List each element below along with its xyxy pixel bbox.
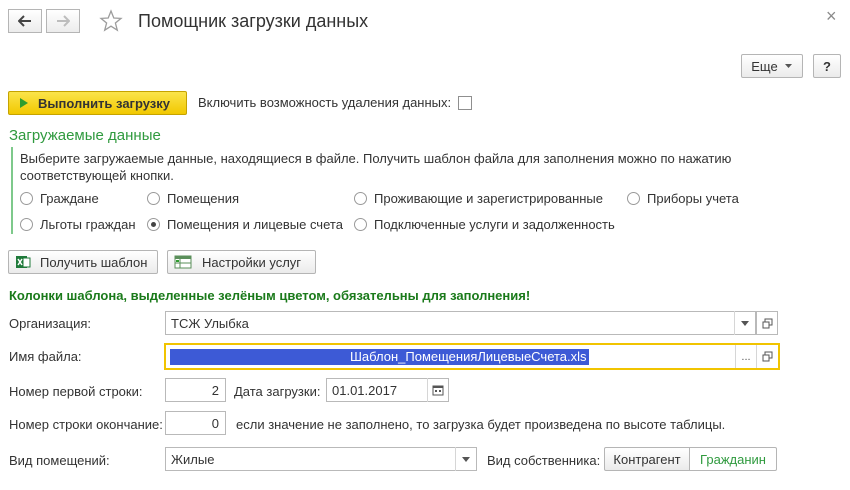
radio-premises[interactable]: Помещения — [147, 190, 239, 206]
end-row-value: 0 — [211, 415, 219, 431]
radio-circle — [354, 191, 367, 205]
excel-icon — [16, 256, 31, 268]
organization-open-button[interactable] — [756, 311, 778, 335]
premises-type-label: Вид помещений: — [9, 453, 110, 468]
section-divider — [11, 147, 13, 234]
calendar-button[interactable] — [427, 378, 448, 402]
run-load-label: Выполнить загрузку — [38, 95, 170, 111]
forward-arrow-icon — [57, 15, 70, 27]
first-row-input[interactable]: 2 — [165, 378, 226, 402]
first-row-value: 2 — [211, 382, 219, 398]
get-template-button[interactable]: Получить шаблон — [8, 250, 158, 274]
calendar-icon — [432, 385, 444, 396]
forward-button[interactable] — [46, 9, 80, 33]
star-icon — [99, 9, 123, 32]
radio-benefits[interactable]: Льготы граждан — [20, 216, 136, 232]
filename-browse-button[interactable]: ... — [735, 345, 756, 368]
owner-option-label: Контрагент — [613, 451, 681, 467]
delete-option-label: Включить возможность удаления данных: — [198, 95, 452, 110]
favorite-button[interactable] — [98, 8, 124, 34]
radio-meters[interactable]: Приборы учета — [627, 190, 739, 206]
radio-residents[interactable]: Проживающие и зарегистрированные — [354, 190, 603, 206]
open-window-icon — [762, 351, 773, 362]
premises-type-value: Жилые — [171, 451, 215, 467]
section-title: Загружаемые данные — [9, 127, 161, 144]
organization-dropdown[interactable] — [734, 311, 755, 335]
close-icon[interactable]: × — [826, 6, 837, 27]
owner-option-citizen[interactable]: Гражданин — [689, 447, 777, 471]
first-row-label: Номер первой строки: — [9, 384, 143, 399]
radio-label: Проживающие и зарегистрированные — [374, 190, 604, 206]
get-template-label: Получить шаблон — [40, 254, 148, 270]
service-settings-button[interactable]: Настройки услуг — [167, 250, 316, 274]
open-window-icon — [762, 318, 772, 328]
filename-field[interactable]: Шаблон_ПомещенияЛицевыеСчета.xls — [164, 343, 780, 370]
section-description: Выберите загружаемые данные, находящиеся… — [20, 151, 732, 183]
owner-option-counterparty[interactable]: Контрагент — [604, 447, 690, 471]
back-arrow-icon — [18, 15, 31, 27]
more-button[interactable]: Еще — [741, 54, 803, 78]
radio-citizens[interactable]: Граждане — [20, 190, 99, 206]
owner-option-label: Гражданин — [700, 451, 766, 467]
radio-circle — [20, 217, 33, 231]
radio-circle — [354, 217, 367, 231]
radio-label: Льготы граждан — [40, 216, 136, 232]
radio-circle — [20, 191, 33, 205]
filename-path-selection — [170, 348, 350, 365]
dropdown-arrow-icon — [784, 64, 792, 68]
radio-label: Помещения — [167, 190, 240, 206]
settings-table-icon — [174, 255, 192, 269]
delete-option-checkbox[interactable] — [458, 96, 472, 110]
load-date-label: Дата загрузки: — [234, 384, 321, 399]
radio-circle — [627, 191, 640, 205]
organization-label: Организация: — [9, 316, 92, 331]
play-icon — [20, 98, 28, 108]
radio-circle-selected — [147, 217, 160, 231]
radio-label: Граждане — [40, 190, 99, 206]
required-columns-note: Колонки шаблона, выделенные зелёным цвет… — [9, 288, 531, 303]
owner-type-label: Вид собственника: — [487, 453, 601, 468]
premises-type-select[interactable]: Жилые — [165, 447, 477, 471]
back-button[interactable] — [8, 9, 42, 33]
dropdown-arrow-icon — [741, 320, 749, 326]
run-load-button[interactable]: Выполнить загрузку — [8, 91, 187, 115]
radio-label: Помещения и лицевые счета — [167, 216, 343, 232]
end-row-input[interactable]: 0 — [165, 411, 226, 435]
filename-value: Шаблон_ПомещенияЛицевыеСчета.xls — [350, 348, 589, 365]
filename-open-button[interactable] — [756, 345, 778, 368]
page-title: Помощник загрузки данных — [138, 11, 369, 31]
dropdown-arrow-icon — [462, 456, 470, 462]
radio-circle — [147, 191, 160, 205]
radio-label: Подключенные услуги и задолженность — [374, 216, 615, 232]
filename-label: Имя файла: — [9, 349, 82, 364]
organization-value: ТСЖ Улыбка — [171, 315, 249, 331]
radio-services-debts[interactable]: Подключенные услуги и задолженность — [354, 216, 615, 232]
premises-type-dropdown[interactable] — [455, 447, 476, 471]
end-row-hint: если значение не заполнено, то загрузка … — [236, 417, 726, 432]
radio-label: Приборы учета — [647, 190, 739, 206]
organization-field[interactable]: ТСЖ Улыбка — [165, 311, 756, 335]
help-button[interactable]: ? — [813, 54, 841, 78]
radio-premises-accounts[interactable]: Помещения и лицевые счета — [147, 216, 343, 232]
service-settings-label: Настройки услуг — [202, 254, 302, 270]
load-date-value: 01.01.2017 — [332, 382, 398, 398]
end-row-label: Номер строки окончание: — [9, 417, 163, 432]
more-button-label: Еще — [751, 58, 778, 74]
